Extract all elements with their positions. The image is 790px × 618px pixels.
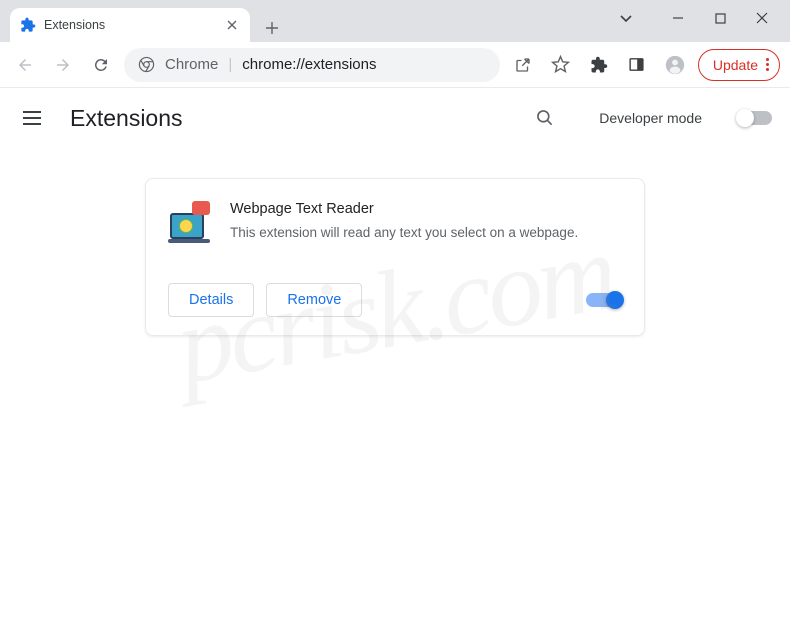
chrome-icon	[138, 56, 155, 73]
omnibox-scheme-label: Chrome	[165, 56, 218, 73]
nav-forward-button[interactable]	[48, 50, 78, 80]
side-panel-icon[interactable]	[622, 50, 652, 80]
hamburger-menu-button[interactable]	[18, 106, 46, 130]
developer-mode-label: Developer mode	[599, 110, 702, 126]
kebab-menu-icon	[766, 58, 769, 71]
extension-card-top: Webpage Text Reader This extension will …	[168, 201, 622, 243]
omnibox-separator: |	[228, 56, 232, 73]
extensions-page-header: Extensions Developer mode	[0, 88, 790, 148]
tab-title: Extensions	[44, 18, 216, 32]
update-button-label: Update	[713, 57, 758, 73]
window-maximize-button[interactable]	[710, 8, 730, 28]
extension-puzzle-icon	[20, 17, 36, 33]
update-button[interactable]: Update	[698, 49, 780, 81]
tabs-area: Extensions	[0, 0, 286, 42]
tab-search-chevron-icon[interactable]	[616, 8, 636, 28]
window-close-button[interactable]	[752, 8, 772, 28]
extension-app-icon	[168, 201, 210, 243]
search-icon[interactable]	[535, 108, 555, 128]
extensions-puzzle-icon[interactable]	[584, 50, 614, 80]
extension-description: This extension will read any text you se…	[230, 223, 622, 243]
share-icon[interactable]	[508, 50, 538, 80]
browser-tab[interactable]: Extensions	[10, 8, 250, 42]
omnibox-url: chrome://extensions	[242, 56, 376, 73]
window-controls	[616, 0, 790, 28]
extensions-content: Webpage Text Reader This extension will …	[0, 148, 790, 336]
window-minimize-button[interactable]	[668, 8, 688, 28]
bookmark-star-icon[interactable]	[546, 50, 576, 80]
extension-enable-toggle[interactable]	[586, 293, 622, 307]
extension-name: Webpage Text Reader	[230, 201, 622, 217]
window-titlebar: Extensions	[0, 0, 790, 42]
browser-toolbar: Chrome | chrome://extensions Update	[0, 42, 790, 88]
extension-card: Webpage Text Reader This extension will …	[145, 178, 645, 336]
extension-card-actions: Details Remove	[168, 283, 622, 317]
profile-avatar-icon[interactable]	[660, 50, 690, 80]
nav-reload-button[interactable]	[86, 50, 116, 80]
tab-close-button[interactable]	[224, 17, 240, 33]
developer-mode-toggle[interactable]	[738, 111, 772, 125]
remove-button[interactable]: Remove	[266, 283, 362, 317]
omnibox[interactable]: Chrome | chrome://extensions	[124, 48, 500, 82]
details-button[interactable]: Details	[168, 283, 254, 317]
nav-back-button[interactable]	[10, 50, 40, 80]
extension-info: Webpage Text Reader This extension will …	[230, 201, 622, 243]
page-title: Extensions	[70, 105, 511, 132]
new-tab-button[interactable]	[258, 14, 286, 42]
